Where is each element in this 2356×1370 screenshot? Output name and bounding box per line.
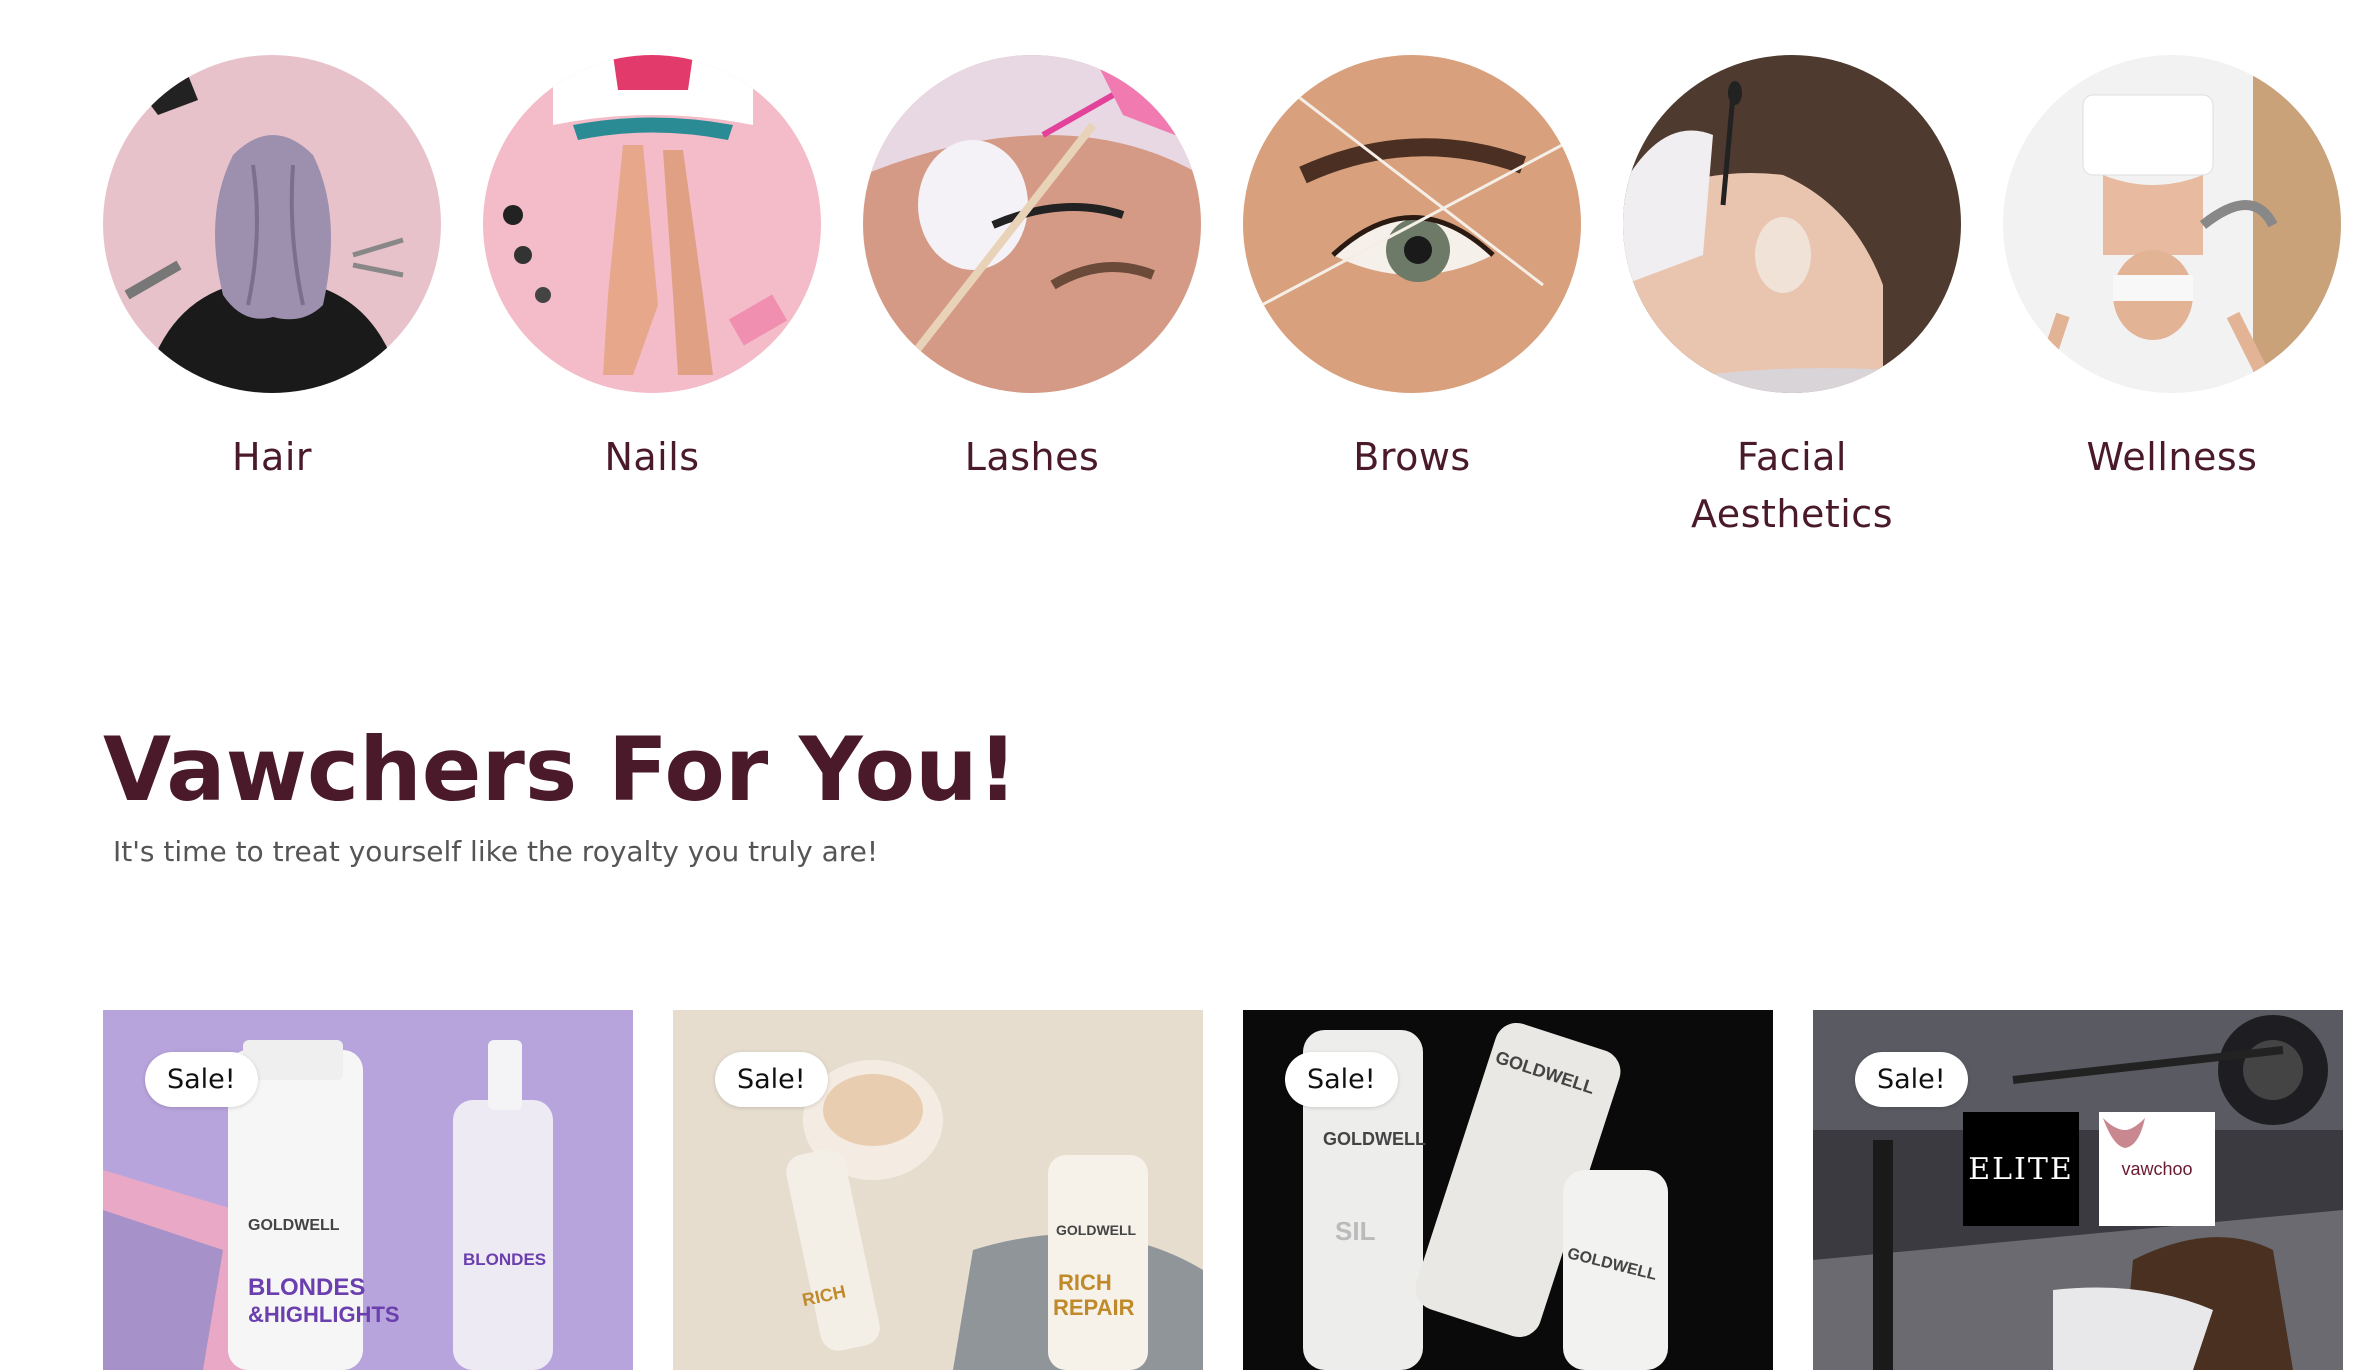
category-label: Wellness [2086,435,2258,479]
wellness-photo[interactable] [2003,55,2341,393]
sale-badge: Sale! [1855,1052,1968,1107]
voucher-card-rich-repair[interactable]: RICH GOLDWELL RICH REPAIR Sale! [673,1010,1203,1370]
svg-text:RICH: RICH [1058,1270,1112,1295]
vawchoo-logo: vawchoo [2099,1112,2215,1226]
voucher-list: GOLDWELL BLONDES &HIGHLIGHTS BLONDES Sal… [103,1010,2343,1370]
category-label: Facial Aesthetics [1690,435,1893,536]
sale-badge: Sale! [1285,1052,1398,1107]
category-brows[interactable]: Brows [1243,55,1581,543]
category-lashes[interactable]: Lashes [863,55,1201,543]
category-list: Hair Nails Lashes Brows Facial Aesthetic… [103,55,2341,543]
category-label: Hair [231,435,313,479]
category-hair[interactable]: Hair [103,55,441,543]
svg-text:GOLDWELL: GOLDWELL [248,1217,340,1234]
section-title: Vawchers For You! [103,718,1018,821]
voucher-card-blondes-highlights[interactable]: GOLDWELL BLONDES &HIGHLIGHTS BLONDES Sal… [103,1010,633,1370]
category-label: Nails [604,435,700,479]
vawchoo-logo-icon [2103,1118,2145,1148]
svg-text:GOLDWELL: GOLDWELL [1323,1129,1426,1149]
nails-photo[interactable] [483,55,821,393]
category-label: Brows [1353,435,1471,479]
page: Hair Nails Lashes Brows Facial Aesthetic… [0,0,2356,1370]
svg-text:&HIGHLIGHTS: &HIGHLIGHTS [248,1302,400,1327]
category-label: Lashes [964,435,1100,479]
section-subtitle: It's time to treat yourself like the roy… [113,835,879,868]
svg-text:SIL: SIL [1335,1216,1376,1246]
sale-badge: Sale! [715,1052,828,1107]
facial-photo[interactable] [1623,55,1961,393]
svg-text:REPAIR: REPAIR [1053,1295,1135,1320]
vawchoo-logo-text: vawchoo [2121,1158,2193,1179]
elite-logo: ELITE [1963,1112,2079,1226]
brows-photo[interactable] [1243,55,1581,393]
voucher-card-silver[interactable]: GOLDWELL SIL GOLDWELL GOLDWELL Sale! [1243,1010,1773,1370]
category-wellness[interactable]: Wellness [2003,55,2341,543]
sale-badge: Sale! [145,1052,258,1107]
hair-photo[interactable] [103,55,441,393]
voucher-card-elite-gym[interactable]: Sale! ELITE vawchoo [1813,1010,2343,1370]
svg-text:GOLDWELL: GOLDWELL [1056,1222,1137,1238]
category-nails[interactable]: Nails [483,55,821,543]
svg-text:BLONDES: BLONDES [463,1250,546,1269]
lashes-photo[interactable] [863,55,1201,393]
elite-logo-text: ELITE [1968,1151,2074,1187]
svg-text:BLONDES: BLONDES [248,1274,365,1301]
category-facial-aesthetics[interactable]: Facial Aesthetics [1623,55,1961,543]
